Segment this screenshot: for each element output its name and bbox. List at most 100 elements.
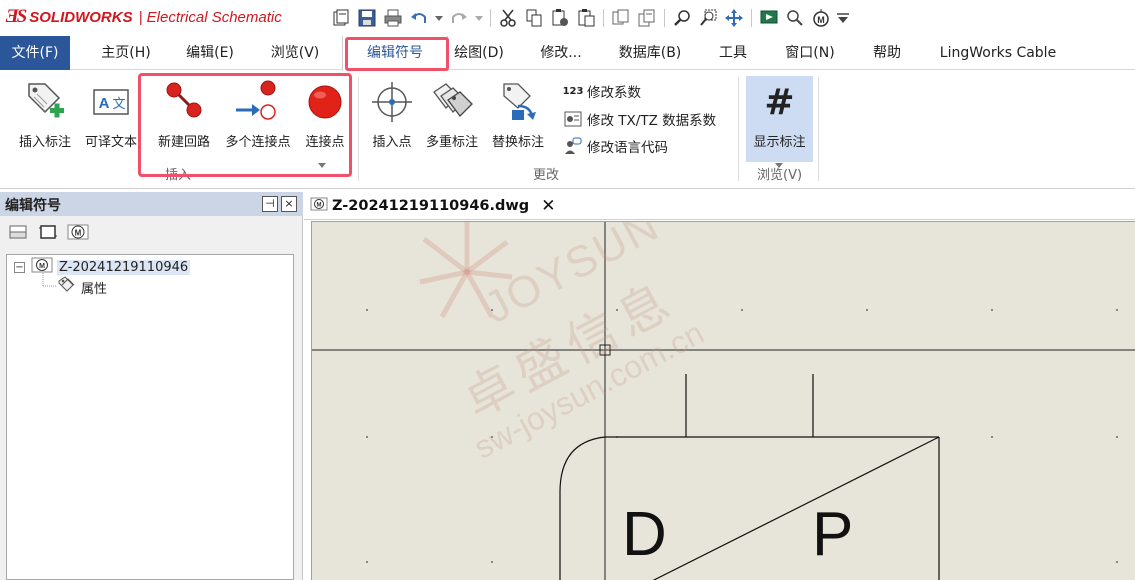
modify-language-button[interactable]: 修改语言代码 — [563, 134, 668, 158]
insert-tag-icon — [10, 77, 80, 127]
paste-special-icon[interactable] — [549, 7, 571, 29]
tab-edit-symbol[interactable]: 编辑符号 — [342, 36, 448, 71]
ds-logo-icon: ƎS — [6, 6, 27, 27]
modify-txtz-button[interactable]: 修改 TX/TZ 数据系数 — [563, 107, 716, 131]
pan-icon[interactable] — [723, 7, 745, 29]
tree-root-item[interactable]: − M Z-20241219110946 — [14, 257, 191, 277]
multi-connection-label: 多个连接点 — [225, 135, 291, 150]
multi-connection-icon — [218, 77, 298, 127]
copy-icon[interactable] — [523, 7, 545, 29]
undo-icon[interactable] — [408, 7, 430, 29]
close-tab-icon[interactable]: ✕ — [541, 196, 555, 216]
watermark-logo-icon — [419, 222, 513, 319]
multi-tag-button[interactable]: 多重标注 — [420, 77, 484, 150]
app-window: ƎS SOLIDWORKS | Electrical Schematic M 文… — [0, 0, 1135, 580]
show-tag-button[interactable]: # 显示标注 — [746, 77, 813, 151]
modify-coefficient-label: 修改系数 — [587, 85, 641, 101]
save-icon[interactable] — [356, 7, 378, 29]
translatable-text-button[interactable]: A文 可译文本 — [80, 77, 142, 150]
svg-text:A: A — [99, 95, 110, 112]
chevron-down-icon[interactable] — [318, 154, 326, 173]
panel-title: 编辑符号 — [5, 198, 61, 214]
tab-window[interactable]: 窗口(N) — [772, 36, 848, 70]
svg-text:文: 文 — [112, 97, 125, 112]
tree-item-properties[interactable]: 属性 — [57, 276, 107, 297]
hash-icon: # — [764, 81, 795, 123]
toolbar-separator — [490, 9, 491, 27]
connection-point-label: 连接点 — [305, 135, 345, 150]
symbol-m-icon: M — [31, 257, 53, 277]
drawing-file-icon: M — [310, 196, 328, 216]
layer-icon[interactable] — [6, 221, 30, 243]
document-tab[interactable]: M Z-20241219110946.dwg ✕ — [310, 192, 555, 220]
modify-coefficient-button[interactable]: 123 修改系数 — [563, 79, 641, 103]
connection-point-button[interactable]: 连接点 — [298, 77, 352, 150]
symbol-tree: − M Z-20241219110946 属性 — [6, 254, 294, 580]
replace-tag-label: 替换标注 — [491, 135, 544, 150]
collapse-icon[interactable]: − — [14, 261, 25, 273]
tab-database[interactable]: 数据库(B) — [610, 36, 690, 70]
panel-toolbar: M — [0, 218, 303, 248]
tree-root-label: Z-20241219110946 — [57, 259, 191, 275]
tab-help[interactable]: 帮助 — [862, 36, 912, 70]
svg-text:M: M — [75, 229, 82, 238]
insert-tag-button[interactable]: 插入标注 — [10, 77, 80, 150]
tab-tools[interactable]: 工具 — [708, 36, 758, 70]
symbol-m-icon[interactable]: M — [810, 7, 832, 29]
tab-draw[interactable]: 绘图(D) — [444, 36, 514, 70]
tab-browse[interactable]: 浏览(V) — [258, 36, 332, 70]
new-circuit-button[interactable]: 新建回路 — [152, 77, 216, 150]
symbol-letter-d: D — [622, 500, 667, 569]
tab-lingworks-cable[interactable]: LingWorks Cable — [928, 36, 1068, 70]
brand-name: SOLIDWORKS — [29, 8, 133, 26]
tab-home[interactable]: 主页(H) — [88, 36, 164, 70]
toolbar-separator — [751, 9, 752, 27]
tab-modify[interactable]: 修改... — [527, 36, 595, 70]
grid-dots — [366, 309, 1118, 563]
replace-tag-button[interactable]: 替换标注 — [486, 77, 550, 150]
drawing-canvas[interactable]: D P JOYSUN 卓盛信息 sw-joysun.com.cn — [311, 221, 1135, 580]
multi-connection-button[interactable]: 多个连接点 — [218, 77, 298, 150]
language-code-icon — [563, 136, 583, 156]
run-macro-icon[interactable] — [758, 7, 780, 29]
zoom-window-icon[interactable] — [697, 7, 719, 29]
toolbar-separator — [603, 9, 604, 27]
insert-tag-label: 插入标注 — [18, 135, 71, 150]
insert-point-icon — [366, 77, 418, 127]
symbol-m-icon[interactable]: M — [66, 221, 90, 243]
group-modify-label: 更改 — [533, 168, 560, 183]
pin-icon[interactable]: ⊣ — [262, 196, 278, 212]
quick-access-toolbar: M — [330, 6, 854, 30]
print-icon[interactable] — [382, 7, 404, 29]
group-separator — [738, 77, 739, 181]
group-separator — [818, 77, 819, 181]
multi-tag-icon — [420, 77, 484, 127]
insert-point-label: 插入点 — [372, 135, 412, 150]
translatable-text-label: 可译文本 — [84, 135, 137, 150]
tab-file[interactable]: 文件(F) — [0, 36, 70, 70]
document-tabs: M Z-20241219110946.dwg ✕ — [304, 192, 1135, 220]
svg-text:M: M — [317, 203, 322, 209]
group-view-label: 浏览(V) — [757, 168, 803, 183]
tab-edit[interactable]: 编辑(E) — [174, 36, 246, 70]
paste-icon[interactable] — [575, 7, 597, 29]
chevron-down-icon[interactable] — [434, 7, 444, 29]
search-icon[interactable] — [784, 7, 806, 29]
frame-icon[interactable] — [36, 221, 60, 243]
dropdown-icon[interactable] — [836, 7, 850, 29]
copy-format-icon[interactable] — [610, 7, 632, 29]
new-doc-icon[interactable] — [330, 7, 352, 29]
svg-text:M: M — [817, 15, 825, 25]
product-name: | Electrical Schematic — [138, 8, 282, 26]
zoom-icon[interactable] — [671, 7, 693, 29]
txtz-icon — [563, 109, 583, 129]
paste-format-icon[interactable] — [636, 7, 658, 29]
close-icon[interactable]: × — [281, 196, 297, 212]
chevron-down-icon[interactable] — [474, 7, 484, 29]
panel-header: 编辑符号 ⊣ × — [0, 192, 303, 216]
redo-icon[interactable] — [448, 7, 470, 29]
cut-icon[interactable] — [497, 7, 519, 29]
translate-text-icon: A文 — [80, 77, 142, 127]
menu-bar: 文件(F) 主页(H) 编辑(E) 浏览(V) 编辑符号 绘图(D) 修改...… — [0, 36, 1135, 71]
insert-point-button[interactable]: 插入点 — [366, 77, 418, 150]
